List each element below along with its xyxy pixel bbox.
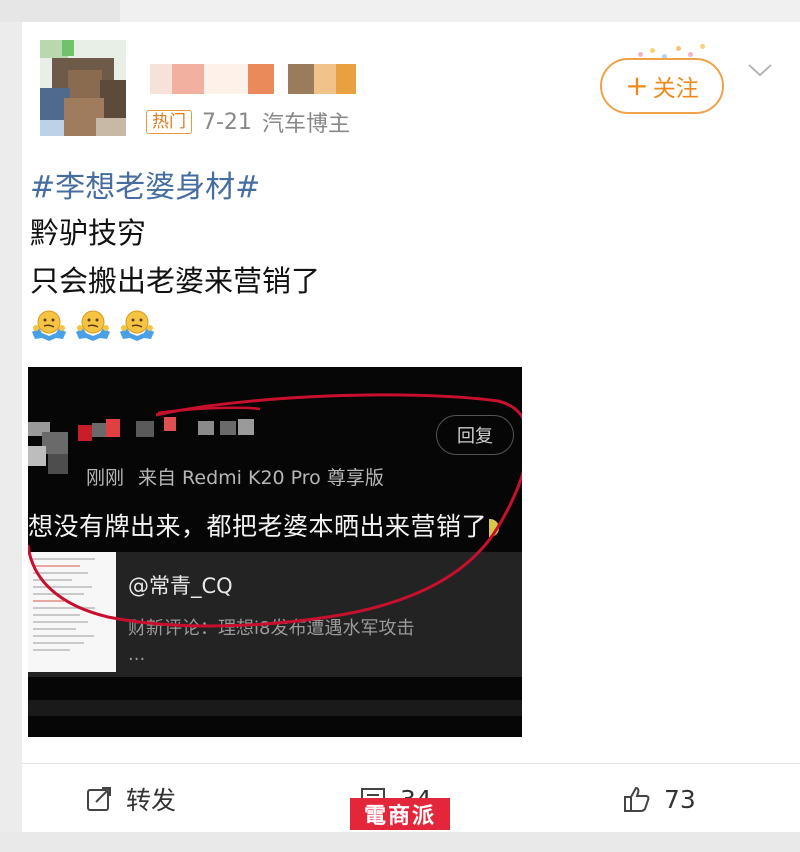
follow-button[interactable]: + 关注	[600, 58, 724, 114]
share-icon	[87, 787, 111, 811]
reply-button[interactable]: 回复	[436, 415, 514, 455]
bottom-strip	[0, 832, 800, 852]
watermark-logo: 電商派	[350, 798, 450, 830]
shrug-emoji-icon	[32, 310, 66, 341]
inner-nickname-blurred	[78, 417, 258, 443]
quoted-article-card[interactable]: @常青_CQ 财新评论：理想i8发布遭遇水军攻击 ...	[28, 552, 522, 677]
post-meta: 热门 7-21 汽车博主	[146, 106, 350, 138]
inner-meta: 刚刚 来自 Redmi K20 Pro 尊享版	[86, 463, 384, 490]
embedded-screenshot[interactable]: 回复 刚刚 来自 Redmi K20 Pro 尊享版 想没有牌出来，都把老婆本晒出…	[28, 367, 522, 737]
inner-comment-content: 想没有牌出来，都把老婆本晒出来营销了	[28, 512, 488, 541]
hot-badge: 热门	[146, 110, 192, 134]
follow-label: 关注	[652, 76, 699, 102]
shrug-emoji-icon	[120, 310, 154, 341]
top-strip-tab	[0, 0, 120, 22]
post-text-line-1: 黔驴技穷	[30, 216, 147, 250]
embedded-bottom-bar	[28, 700, 522, 716]
like-count: 73	[664, 784, 696, 814]
article-thumbnail	[28, 552, 116, 672]
author-avatar[interactable]	[40, 40, 126, 136]
top-strip	[0, 0, 800, 22]
author-role: 汽车博主	[261, 112, 350, 137]
quoted-ellipsis: ...	[128, 644, 146, 665]
inner-source: 来自 Redmi K20 Pro 尊享版	[138, 467, 384, 489]
emoji-fragment-icon	[489, 519, 500, 537]
post-date: 7-21	[202, 109, 252, 135]
like-button[interactable]: 73	[622, 774, 696, 824]
shrug-emoji-icon	[76, 310, 110, 341]
repost-button[interactable]: 转发	[84, 774, 176, 824]
quoted-description: 财新评论：理想i8发布遭遇水军攻击	[128, 618, 415, 639]
inner-avatar-blurred	[28, 422, 72, 476]
quoted-user[interactable]: @常青_CQ	[128, 570, 233, 600]
inner-time: 刚刚	[86, 467, 125, 489]
plus-icon: +	[625, 69, 649, 102]
repost-label: 转发	[126, 786, 177, 815]
action-divider	[22, 763, 800, 764]
post-text-line-2: 只会搬出老婆来营销了	[30, 264, 321, 298]
post-hashtag[interactable]: #李想老婆身材#	[30, 162, 260, 206]
weibo-post-card: 热门 7-21 汽车博主 + 关注 #李想老婆身材# 黔驴技穷 只会搬出老婆来营…	[22, 22, 800, 832]
author-nickname-blurred[interactable]	[150, 64, 360, 94]
thumbs-up-icon	[624, 786, 650, 812]
chevron-down-icon[interactable]	[746, 60, 774, 80]
inner-comment-text: 想没有牌出来，都把老婆本晒出来营销了	[28, 507, 500, 543]
emoji-row	[30, 306, 156, 344]
